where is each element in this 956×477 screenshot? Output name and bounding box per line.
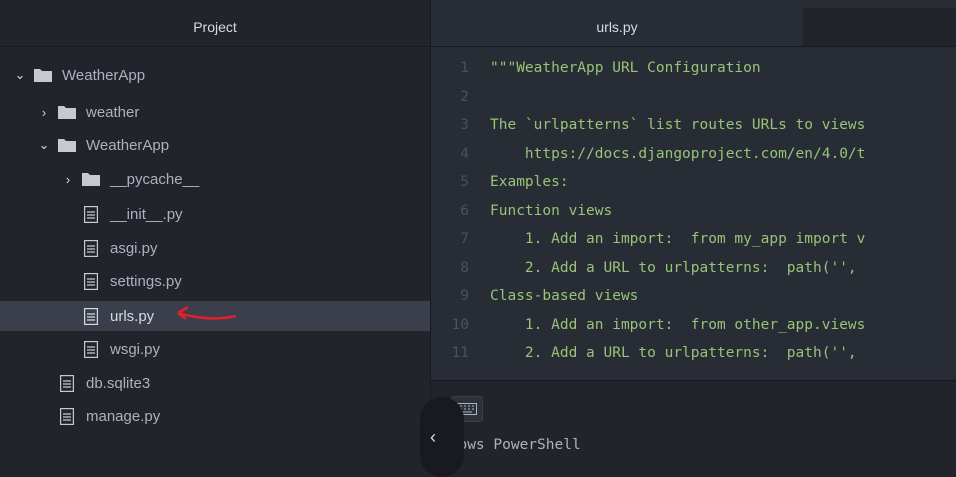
file-icon bbox=[83, 239, 99, 257]
line-text: 1. Add an import: from other_app.views bbox=[490, 316, 866, 333]
panel-collapse-button[interactable]: ‹ bbox=[420, 397, 464, 477]
terminal-panel[interactable]: ndows PowerShell bbox=[431, 380, 956, 457]
folder-icon bbox=[82, 172, 100, 186]
code-line: 9 Class-based views bbox=[431, 282, 956, 310]
chevron-down-icon[interactable]: ⌄ bbox=[38, 137, 50, 153]
tree-item-label: __init__.py bbox=[110, 205, 183, 223]
project-panel: Project ⌄ WeatherApp › weather ⌄ Weather… bbox=[0, 0, 431, 456]
tree-folder-weatherapp[interactable]: ⌄ WeatherApp bbox=[0, 130, 430, 160]
code-line: 7 1. Add an import: from my_app import v bbox=[431, 225, 956, 253]
line-number: 6 bbox=[460, 202, 469, 219]
line-text: """WeatherApp URL Configuration bbox=[490, 60, 761, 76]
tree-file-settings[interactable]: settings.py bbox=[0, 266, 430, 296]
tab-label: urls.py bbox=[596, 19, 638, 35]
chevron-right-icon[interactable]: › bbox=[38, 105, 50, 120]
tab-urls-py[interactable]: urls.py bbox=[431, 8, 803, 46]
file-icon bbox=[59, 374, 75, 392]
chevron-right-icon[interactable]: › bbox=[62, 172, 74, 187]
tree-item-label: wsgi.py bbox=[110, 340, 161, 358]
file-icon bbox=[83, 205, 99, 223]
code-line: 4 https://docs.djangoproject.com/en/4.0/… bbox=[431, 140, 956, 168]
line-text: https://docs.djangoproject.com/en/4.0/t bbox=[490, 145, 866, 162]
tree-item-label: WeatherApp bbox=[86, 136, 170, 154]
folder-icon bbox=[34, 68, 52, 82]
line-text: Function views bbox=[490, 202, 613, 219]
tree-item-label: WeatherApp bbox=[62, 66, 146, 84]
line-number: 10 bbox=[451, 316, 469, 333]
code-line: 1 """WeatherApp URL Configuration bbox=[431, 54, 956, 82]
tab-bar: urls.py bbox=[431, 8, 956, 47]
tree-file-db[interactable]: db.sqlite3 bbox=[0, 368, 430, 398]
line-text: 2. Add a URL to urlpatterns: path('', bbox=[490, 345, 857, 361]
chevron-down-icon[interactable]: ⌄ bbox=[14, 67, 26, 83]
line-number: 3 bbox=[460, 117, 469, 133]
code-line: 8 2. Add a URL to urlpatterns: path('', bbox=[431, 254, 956, 282]
line-text: The `urlpatterns` list routes URLs to vi… bbox=[490, 117, 866, 133]
file-icon bbox=[83, 307, 99, 325]
line-number: 4 bbox=[460, 145, 469, 162]
file-icon bbox=[83, 272, 99, 290]
line-number: 7 bbox=[460, 231, 469, 247]
line-number: 9 bbox=[460, 288, 469, 304]
line-number: 5 bbox=[460, 174, 469, 190]
code-area[interactable]: 1 """WeatherApp URL Configuration 2 3 The … bbox=[431, 54, 956, 380]
tree-folder-pycache[interactable]: › __pycache__ bbox=[0, 164, 430, 194]
code-line: 3 The `urlpatterns` list routes URLs to v… bbox=[431, 111, 956, 139]
code-line: 5 Examples: bbox=[431, 168, 956, 196]
code-line: 2 bbox=[431, 83, 956, 111]
line-text: 2. Add a URL to urlpatterns: path('', bbox=[490, 259, 857, 276]
line-number: 1 bbox=[460, 60, 469, 76]
tree-folder-weather[interactable]: › weather bbox=[0, 97, 430, 127]
tree-item-label: __pycache__ bbox=[110, 170, 200, 188]
editor-pane: urls.py 1 """WeatherApp URL Configuration… bbox=[431, 0, 956, 457]
line-text: Class-based views bbox=[490, 288, 639, 304]
tree-file-wsgi[interactable]: wsgi.py bbox=[0, 334, 430, 364]
file-icon bbox=[59, 407, 75, 425]
folder-icon bbox=[58, 105, 76, 119]
project-panel-title[interactable]: Project bbox=[0, 8, 430, 47]
tree-file-urls[interactable]: urls.py bbox=[0, 301, 430, 331]
tree-file-init[interactable]: __init__.py bbox=[0, 199, 430, 229]
tree-folder-weatherapp-root[interactable]: ⌄ WeatherApp bbox=[0, 60, 430, 90]
line-number: 2 bbox=[460, 88, 469, 105]
line-text: Examples: bbox=[490, 174, 569, 190]
red-arrow-annotation-icon bbox=[170, 304, 240, 328]
tree-item-label: manage.py bbox=[86, 407, 161, 425]
tree-item-label: asgi.py bbox=[110, 239, 158, 257]
code-line: 10 1. Add an import: from other_app.view… bbox=[431, 311, 956, 339]
line-number: 11 bbox=[451, 345, 469, 361]
tree-item-label: urls.py bbox=[110, 307, 155, 325]
tree-file-manage[interactable]: manage.py bbox=[0, 401, 430, 431]
chevron-left-icon: ‹ bbox=[430, 426, 436, 447]
line-text: 1. Add an import: from my_app import v bbox=[490, 231, 866, 247]
folder-icon bbox=[58, 138, 76, 152]
tree-item-label: weather bbox=[86, 103, 140, 121]
file-icon bbox=[83, 340, 99, 358]
line-number: 8 bbox=[460, 259, 469, 276]
tree-item-label: settings.py bbox=[110, 272, 182, 290]
code-line: 6 Function views bbox=[431, 197, 956, 225]
code-line: 11 2. Add a URL to urlpatterns: path('', bbox=[431, 339, 956, 367]
tree-item-label: db.sqlite3 bbox=[86, 374, 151, 392]
tree-file-asgi[interactable]: asgi.py bbox=[0, 233, 430, 263]
